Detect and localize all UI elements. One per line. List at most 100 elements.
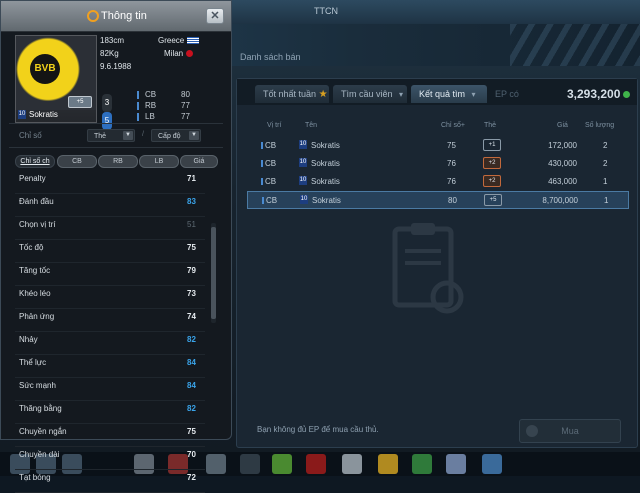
buy-icon xyxy=(526,425,538,437)
card-select[interactable]: Thẻ ▼ xyxy=(87,129,135,142)
row-qty: 1 xyxy=(603,177,608,186)
row-price: 8,700,000 xyxy=(542,196,578,205)
stat-value: 82 xyxy=(187,335,196,344)
tab-price[interactable]: Giá xyxy=(180,155,218,168)
row-price: 172,000 xyxy=(548,141,577,150)
position-value: 77 xyxy=(181,101,190,110)
team-name: Milan xyxy=(164,49,184,58)
stat-value: 51 xyxy=(187,220,196,229)
row-position: CB xyxy=(260,141,277,150)
stat-label: Sức mạnh xyxy=(19,381,56,390)
stat-row: Chuyền dài 70 xyxy=(15,447,205,470)
stat-row: Nhảy 82 xyxy=(15,332,205,355)
row-price: 430,000 xyxy=(548,159,577,168)
row-qty: 2 xyxy=(603,159,608,168)
stat-value: 83 xyxy=(187,197,196,206)
row-stat: 76 xyxy=(447,159,456,168)
table-row[interactable]: CB 10 Sokratis 76 +2 430,000 2 xyxy=(247,155,627,171)
close-button[interactable]: ✕ xyxy=(206,8,224,24)
ep-balance: 3,293,200 xyxy=(567,87,631,101)
taskbar-newspaper-icon[interactable] xyxy=(342,454,362,474)
stat-value: 71 xyxy=(187,174,196,183)
tab-best-week-label: Tốt nhất tuần xyxy=(263,89,317,99)
taskbar-badge-icon[interactable] xyxy=(412,454,432,474)
tab-rb[interactable]: RB xyxy=(98,155,138,168)
row-stat: 76 xyxy=(447,177,456,186)
row-qty: 1 xyxy=(604,196,609,205)
tab-lb[interactable]: LB xyxy=(139,155,179,168)
row-card-badge: +2 xyxy=(483,157,501,169)
upgrade-badge: +5 xyxy=(68,96,92,108)
taskbar-card-icon[interactable] xyxy=(446,454,466,474)
stat-label: Tạt bóng xyxy=(19,473,51,482)
stat-label: Tăng tốc xyxy=(19,266,51,275)
chevron-down-icon: ▾ xyxy=(471,90,476,99)
tab-bar: Tốt nhất tuần ★ Tìm cầu viên ▾ Kết quả t… xyxy=(237,79,637,105)
row-position: CB xyxy=(261,196,278,205)
tab-search-results[interactable]: Kết quả tìm ▾ xyxy=(411,85,487,103)
taskbar-live-icon[interactable] xyxy=(306,454,326,474)
stat-row: Chọn vị trí 51 xyxy=(15,217,205,240)
tab-search-player[interactable]: Tìm cầu viên ▾ xyxy=(333,85,407,103)
stat-value: 70 xyxy=(187,450,196,459)
tab-stats[interactable]: Chỉ số ch xyxy=(15,155,55,168)
table-row[interactable]: CB 10 Sokratis 76 +2 463,000 1 xyxy=(247,173,627,189)
transfer-panel: Tốt nhất tuần ★ Tìm cầu viên ▾ Kết quả t… xyxy=(236,78,638,448)
position-value: 77 xyxy=(181,112,190,121)
col-name: Tên xyxy=(305,122,318,129)
taskbar-coin-icon[interactable] xyxy=(378,454,398,474)
player-weight: 82Kg xyxy=(100,49,119,58)
position-label: RB xyxy=(145,101,157,110)
position-label: LB xyxy=(145,112,155,121)
stat-value: 84 xyxy=(187,358,196,367)
tab-search-results-label: Kết quả tìm xyxy=(419,89,466,99)
chevron-down-icon: ▼ xyxy=(123,131,133,140)
player-country: Greece xyxy=(158,36,200,45)
stat-row: Sức mạnh 84 xyxy=(15,378,205,401)
taskbar-tree-icon[interactable] xyxy=(272,454,292,474)
stat-row: Phản ứng 74 xyxy=(15,309,205,332)
tab-best-week[interactable]: Tốt nhất tuần ★ xyxy=(255,85,329,103)
player-team: Milan xyxy=(164,49,194,58)
stat-label: Penalty xyxy=(19,174,46,183)
col-position: Vị trí xyxy=(267,122,282,129)
position-rating: RB 77 xyxy=(137,101,193,111)
table-row-selected[interactable]: CB 10 Sokratis 80 +5 8,700,000 1 xyxy=(247,191,629,209)
row-position: CB xyxy=(260,159,277,168)
stat-row: Thăng bằng 82 xyxy=(15,401,205,424)
row-name: Sokratis xyxy=(311,177,340,186)
row-stat: 80 xyxy=(448,196,457,205)
col-qty: Số lượng xyxy=(585,122,615,129)
stat-value: 74 xyxy=(187,312,196,321)
stat-row: Tạt bóng 72 xyxy=(15,470,205,493)
row-stat: 75 xyxy=(447,141,456,150)
chevron-down-icon: ▾ xyxy=(399,90,404,99)
overall-rating: 3 5 xyxy=(102,94,124,130)
ep-coin-icon xyxy=(623,91,631,99)
scrollbar-thumb[interactable] xyxy=(211,227,216,319)
level-select[interactable]: Cấp độ ▼ xyxy=(151,129,201,142)
stat-row: Penalty 71 xyxy=(15,171,205,194)
window-title: TTCN xyxy=(314,6,338,16)
stat-row: Khéo léo 73 xyxy=(15,286,205,309)
level-select-value: Cấp độ xyxy=(158,133,181,140)
stat-row: Chuyền ngắn 75 xyxy=(15,424,205,447)
ep-balance-value: 3,293,200 xyxy=(567,87,621,101)
row-name: Sokratis xyxy=(311,159,340,168)
buy-button[interactable]: Mua xyxy=(519,419,621,443)
stat-label: Đánh đầu xyxy=(19,197,54,206)
table-row[interactable]: CB 10 Sokratis 75 +1 172,000 2 xyxy=(247,137,627,153)
taskbar-cart-icon[interactable] xyxy=(482,454,502,474)
overall-digit: 5 xyxy=(102,112,112,130)
top-bar: TTCN xyxy=(230,0,640,25)
stat-label: Thể lực xyxy=(19,358,47,367)
popup-header: Thông tin ✕ xyxy=(1,1,231,32)
tab-cb[interactable]: CB xyxy=(57,155,97,168)
stats-list: Penalty 71 Đánh đầu 83 Chọn vị trí 51 Tốc độ 75… xyxy=(15,171,215,493)
stat-value: 73 xyxy=(187,289,196,298)
stat-value: 72 xyxy=(187,473,196,482)
taskbar-pin-icon[interactable] xyxy=(240,454,260,474)
stat-label: Thăng bằng xyxy=(19,404,62,413)
row-card-badge: +1 xyxy=(483,139,501,151)
tab-ep[interactable]: EP có xyxy=(487,85,541,103)
